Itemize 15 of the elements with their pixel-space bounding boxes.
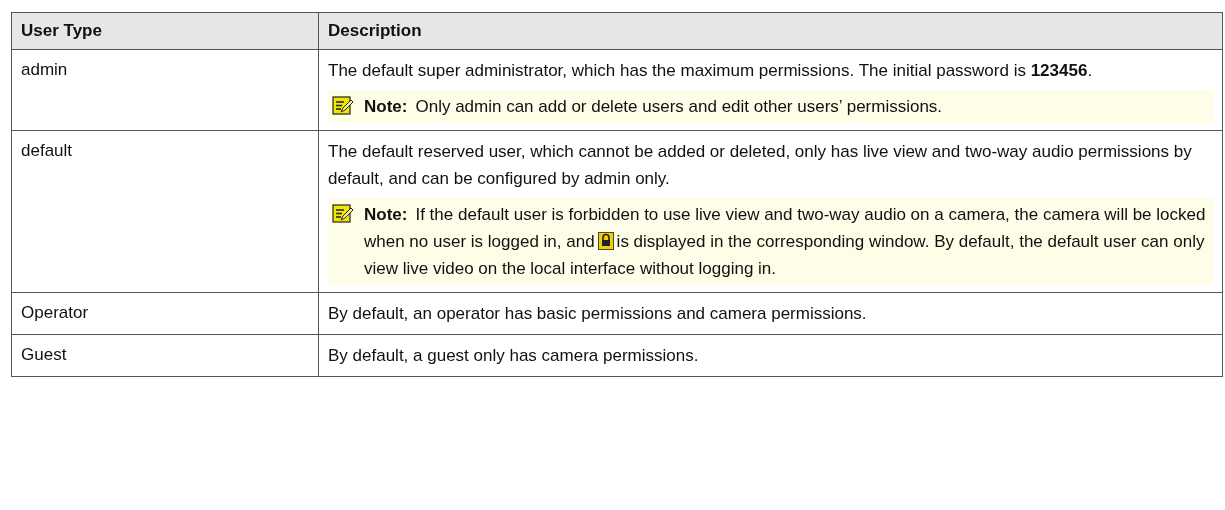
table-cell: Guest [11,334,319,376]
lock-icon [597,231,614,250]
note-pencil-icon [332,95,354,116]
description-text: The default super administrator, which has the maximum permissions. The initial password is 123456. [328,60,1093,80]
column-header: User Type [11,12,319,49]
column-header: Description [318,12,1223,49]
note-text: Note: If the default user is forbidden to use live view and two-way audio on a camera, the camera will be locked when no user is logged in, and is displayed in the corresponding window. By default, the default user can only view live video on the local interface without logging in. [364,203,1207,280]
description-text: The default reserved user, which cannot be added or deleted, only has live view and two-way audio permissions by default, and can be configured by admin only. [328,141,1192,188]
note-text: Note: Only admin can add or delete users and edit other users’ permissions. [364,95,943,118]
table-cell: default [11,130,319,292]
description-text: By default, an operator has basic permissions and camera permissions. [328,303,867,323]
description-text: By default, a guest only has camera permissions. [328,345,699,365]
table-cell: admin [11,49,319,130]
note-pencil-icon [332,203,354,224]
table-cell: Operator [11,292,319,334]
